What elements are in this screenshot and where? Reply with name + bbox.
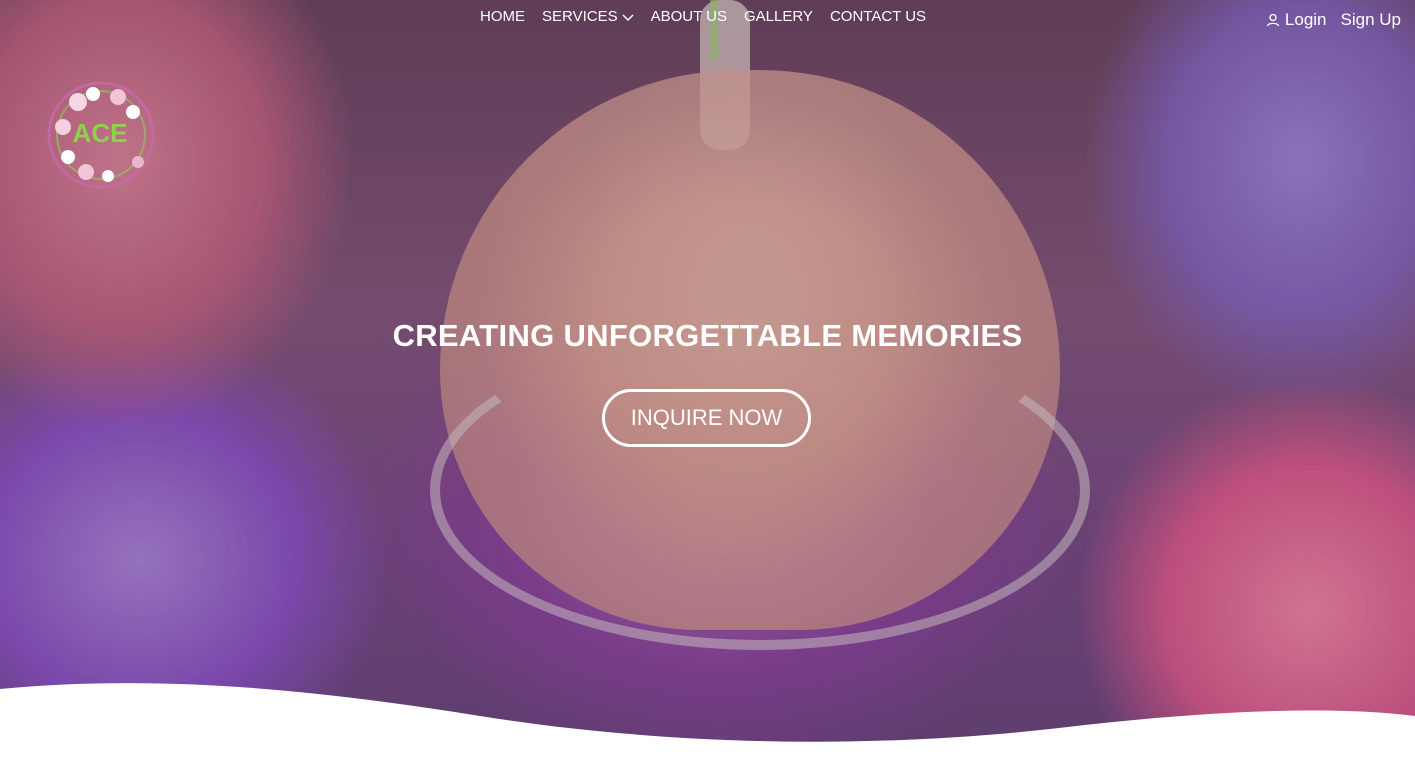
nav-item-label: ABOUT US xyxy=(650,8,727,25)
hero-overlay xyxy=(0,0,1415,771)
nav-item-contact-us[interactable]: CONTACT US xyxy=(830,8,926,25)
auth-links: Login Sign Up xyxy=(1266,10,1401,30)
signup-label: Sign Up xyxy=(1340,10,1401,29)
nav-item-label: GALLERY xyxy=(744,8,813,25)
hero-headline: CREATING UNFORGETTABLE MEMORIES xyxy=(392,318,1023,353)
nav-item-label: CONTACT US xyxy=(829,8,927,25)
top-navigation: HOME SERVICES ABOUT US GALLERY CONTACT U… xyxy=(0,8,1415,30)
inquire-now-button[interactable]: INQUIRE NOW xyxy=(602,389,811,447)
hero-section: ACE HOME SERVICES ABOUT US GALLERY CONTA… xyxy=(0,0,1415,771)
login-link[interactable]: Login xyxy=(1266,10,1327,30)
nav-item-services[interactable]: SERVICES xyxy=(542,8,634,25)
signup-link[interactable]: Sign Up xyxy=(1341,10,1401,30)
user-icon xyxy=(1266,13,1280,27)
nav-item-gallery[interactable]: GALLERY xyxy=(744,8,813,25)
nav-item-about-us[interactable]: ABOUT US xyxy=(651,8,727,25)
login-label: Login xyxy=(1284,10,1327,29)
nav-item-label: SERVICES xyxy=(542,8,618,25)
chevron-down-icon xyxy=(622,13,634,21)
nav-item-home[interactable]: HOME xyxy=(480,8,525,25)
nav-item-label: HOME xyxy=(480,8,525,25)
nav-links: HOME SERVICES ABOUT US GALLERY CONTACT U… xyxy=(480,8,926,25)
bottom-wave-divider xyxy=(0,683,1415,771)
logo-text: ACE xyxy=(73,118,128,148)
ace-catering-logo[interactable]: ACE xyxy=(38,72,164,198)
